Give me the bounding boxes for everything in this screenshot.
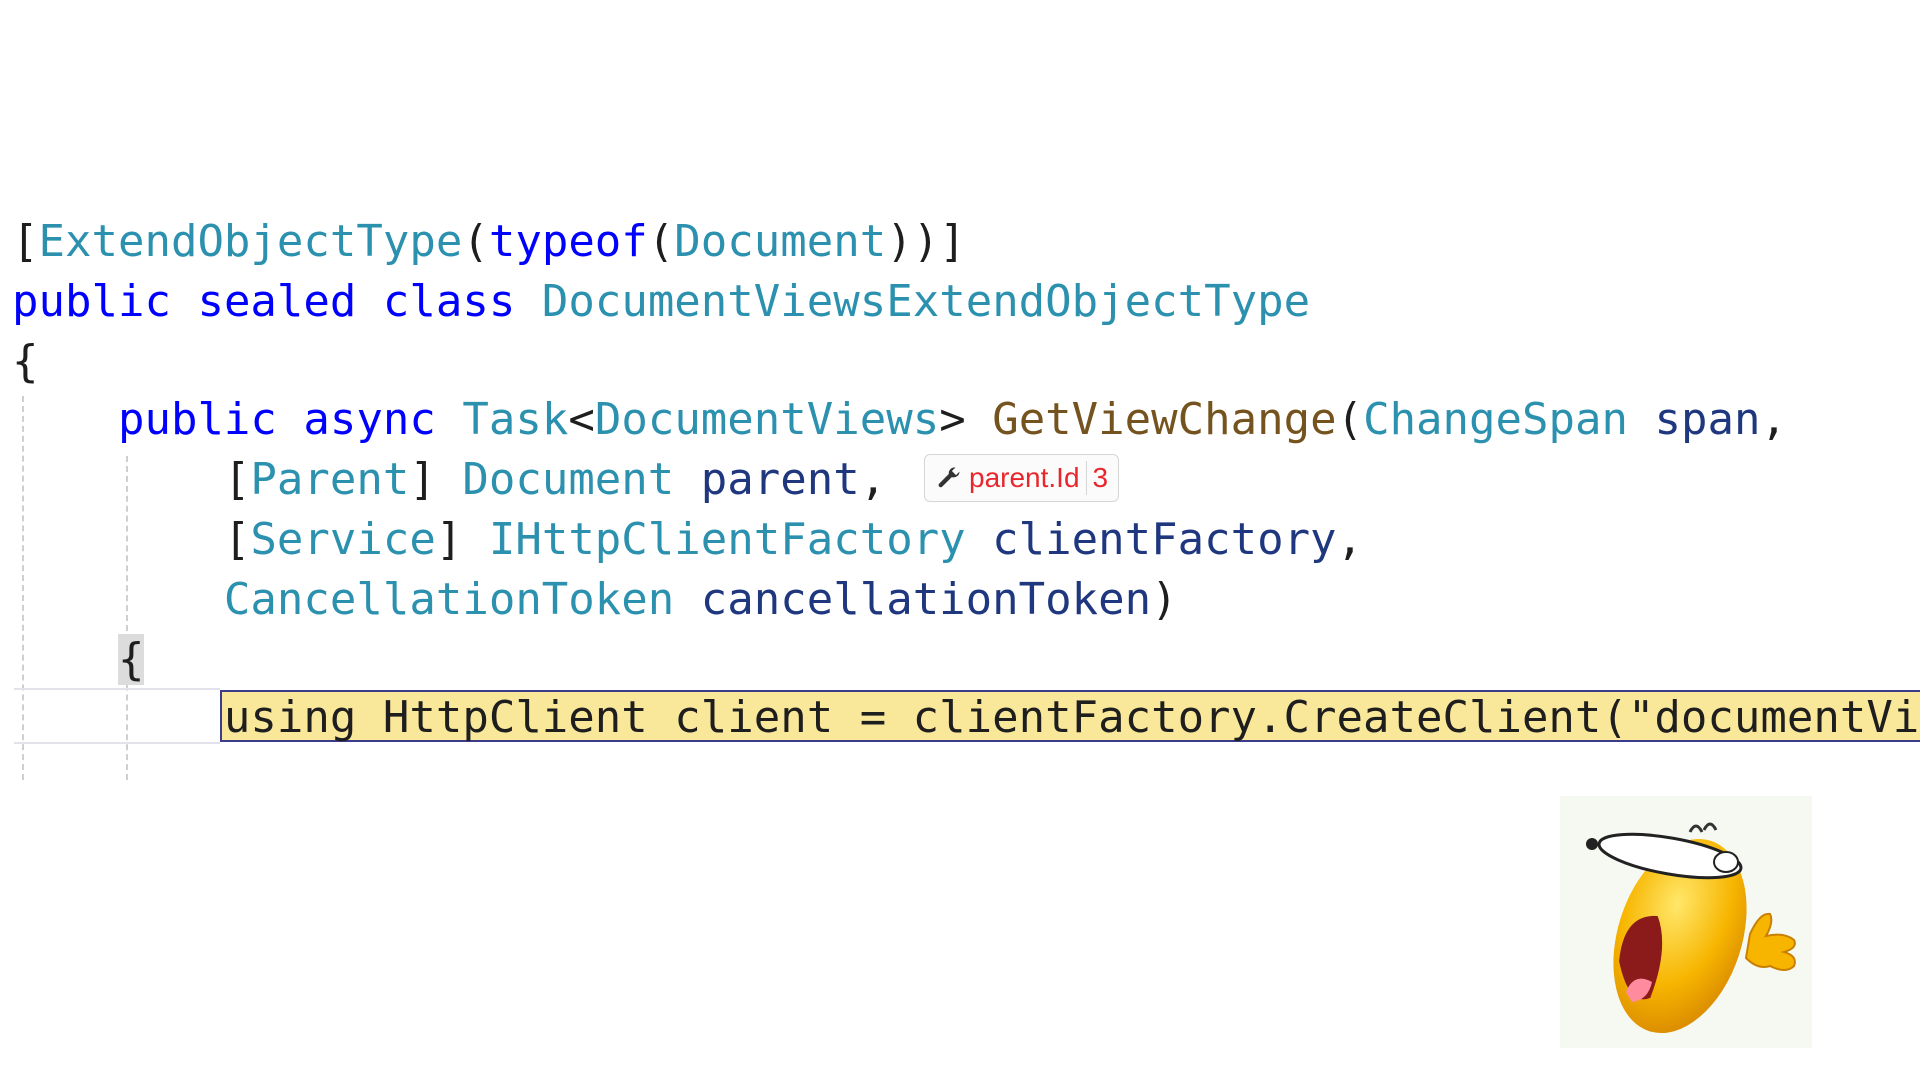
laughing-emoji-icon — [1586, 822, 1796, 1034]
hint-count: 3 — [1092, 462, 1109, 493]
code-token: , — [859, 454, 887, 505]
code-token: ExtendObjectType — [38, 216, 463, 267]
code-token: using HttpClient client = clientFactory.… — [223, 692, 1920, 743]
code-token: CancellationToken — [223, 574, 675, 625]
wrench-icon — [938, 467, 960, 488]
code-token: ( — [462, 216, 489, 267]
code-token: Document — [674, 216, 887, 267]
code-token: Service — [250, 514, 436, 565]
hint-text: parent.Id — [969, 462, 1080, 493]
code-token: Document — [462, 454, 675, 505]
code-line-2[interactable]: public sealed class DocumentViewsExtendO… — [12, 272, 1310, 332]
code-line-5[interactable]: [Parent] Document parent, — [12, 450, 886, 510]
code-token: ) — [1151, 574, 1178, 625]
code-line-4[interactable]: public async Task<DocumentViews> GetView… — [12, 390, 1787, 450]
code-token: [ — [12, 454, 251, 505]
inline-value-hint[interactable]: parent.Id 3 — [924, 454, 1120, 502]
code-token: { — [117, 634, 145, 685]
code-line-1[interactable]: [ExtendObjectType(typeof(Document))] — [12, 212, 966, 272]
code-token: sealed — [197, 276, 357, 327]
code-token: DocumentViewsExtendObjectType — [541, 276, 1311, 327]
code-token: > — [939, 394, 993, 445]
code-token: public — [117, 394, 277, 445]
code-token: ] — [409, 454, 463, 505]
code-token: ( — [647, 216, 675, 267]
laughing-emoji-image — [1560, 796, 1812, 1048]
code-token: [ — [12, 514, 251, 565]
code-token: ChangeSpan — [1363, 394, 1628, 445]
code-line-6[interactable]: [Service] IHttpClientFactory clientFacto… — [12, 510, 1363, 570]
code-token: { — [12, 336, 39, 387]
code-token: GetViewChange — [992, 394, 1337, 445]
code-token: [ — [12, 216, 39, 267]
code-line-9-current[interactable]: using HttpClient client = clientFactory.… — [12, 688, 1920, 748]
code-token: Task — [462, 394, 569, 445]
code-token: public — [12, 276, 171, 327]
code-token: parent — [700, 454, 860, 505]
code-line-7[interactable]: CancellationToken cancellationToken) — [12, 570, 1178, 630]
code-line-8[interactable]: { — [12, 630, 145, 690]
code-token: async — [303, 394, 436, 445]
code-token: ( — [1336, 394, 1364, 445]
code-line-3[interactable]: { — [12, 332, 39, 392]
code-token: < — [568, 394, 595, 445]
code-token: clientFactory — [992, 514, 1337, 565]
code-token: IHttpClientFactory — [488, 514, 966, 565]
code-token: class — [382, 276, 516, 327]
code-token: ] — [435, 514, 489, 565]
code-token: typeof — [488, 216, 648, 267]
code-token: Parent — [250, 454, 410, 505]
code-token: , — [1760, 394, 1787, 445]
code-token: span — [1654, 394, 1761, 445]
hint-divider — [1085, 461, 1087, 495]
code-token: DocumentViews — [594, 394, 940, 445]
code-token: , — [1336, 514, 1364, 565]
code-editor-canvas: [ExtendObjectType(typeof(Document))] pub… — [0, 0, 1920, 1080]
code-token: ))] — [886, 216, 966, 267]
code-token: cancellationToken — [700, 574, 1152, 625]
